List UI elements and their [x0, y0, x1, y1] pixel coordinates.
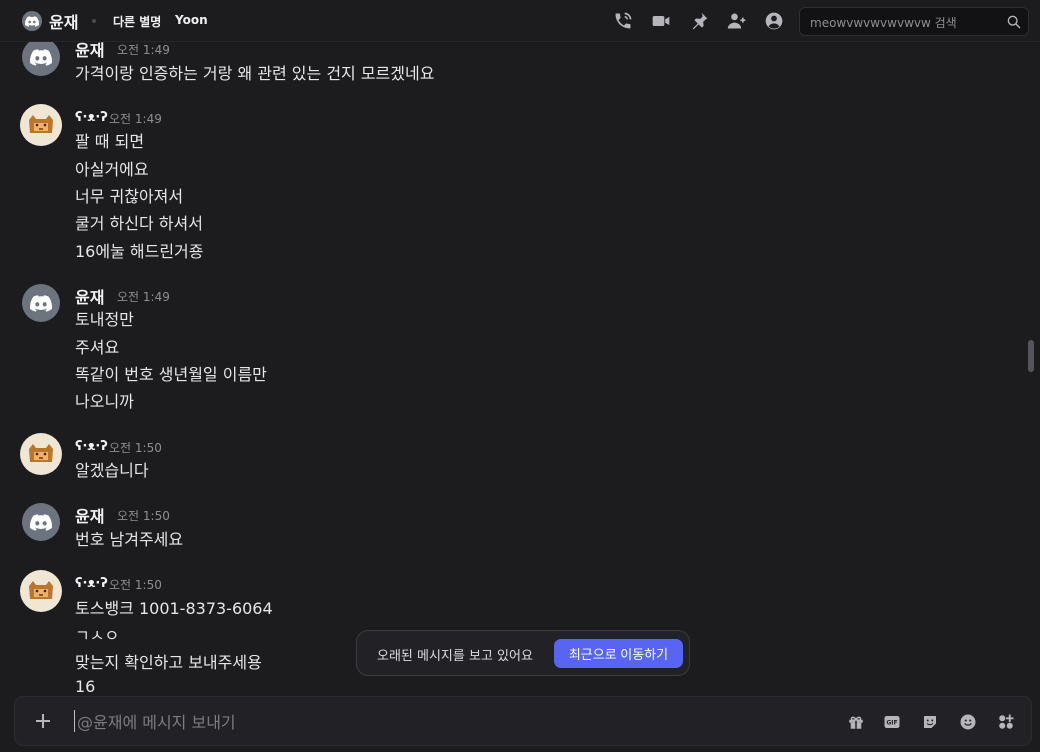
message-author[interactable]: ʕ·ᴥ·ʔ [75, 438, 108, 454]
pin-icon[interactable] [688, 10, 710, 32]
sticker-icon[interactable] [920, 712, 940, 732]
message-composer: GIF [14, 696, 1032, 746]
header-separator [92, 19, 96, 23]
message-text: 팔 때 되면 [75, 132, 145, 151]
scrollbar-thumb[interactable] [1028, 340, 1034, 372]
message-time: 오전 1:49 [117, 290, 170, 304]
old-messages-banner: 오래된 메시지를 보고 있어요 최근으로 이동하기 [356, 630, 690, 676]
message-list[interactable]: 윤재 오전 1:49 가격이랑 인증하는 거랑 왜 관련 있는 건지 모르겠네요… [0, 42, 1026, 692]
emoji-icon[interactable] [958, 712, 978, 732]
search-icon[interactable] [1006, 14, 1022, 30]
avatar-cat[interactable] [20, 570, 62, 612]
message-text: 16 [75, 677, 96, 692]
message-text: 나오니까 [75, 392, 134, 411]
search-placeholder: meowvwvwvwvwvw 검색 [810, 16, 957, 30]
message-time: 오전 1:49 [109, 112, 162, 126]
message-text: ㄱㅅㅇ [75, 626, 120, 645]
cat-avatar-icon [29, 581, 53, 599]
apps-icon[interactable] [996, 712, 1016, 732]
add-attachment-icon[interactable] [33, 711, 53, 731]
message-text: 토스뱅크 1001-8373-6064 [75, 599, 273, 618]
phone-call-icon[interactable] [612, 10, 634, 32]
add-friend-icon[interactable] [726, 10, 748, 32]
avatar-cat[interactable] [20, 433, 62, 475]
cat-avatar-icon [29, 115, 53, 133]
svg-text:GIF: GIF [886, 720, 897, 727]
message-text: 알겠습니다 [75, 461, 149, 480]
message-author[interactable]: ʕ·ᴥ·ʔ [75, 109, 108, 125]
banner-text: 오래된 메시지를 보고 있어요 [377, 649, 533, 664]
message-author[interactable]: ʕ·ᴥ·ʔ [75, 575, 108, 591]
channel-title[interactable]: 윤재 [49, 9, 78, 33]
message-author[interactable]: 윤재 [75, 284, 104, 308]
jump-to-present-button[interactable]: 최근으로 이동하기 [554, 639, 683, 668]
user-profile-icon[interactable] [763, 10, 785, 32]
search-box[interactable]: meowvwvwvwvwvw 검색 [799, 7, 1029, 36]
message-time: 오전 1:50 [117, 509, 170, 523]
gif-icon[interactable]: GIF [882, 712, 902, 732]
message-time: 오전 1:50 [109, 441, 162, 455]
message-text: 주셔요 [75, 338, 120, 357]
dm-window: 윤재 다른 별명 Yoon meowvwvwvwvwvw 검색 윤재 오전 1:… [0, 0, 1040, 752]
message-text: 16에눌 해드린거죵 [75, 242, 204, 261]
message-text: 토내정만 [75, 310, 134, 329]
message-input[interactable] [75, 707, 779, 737]
discord-avatar-icon [22, 11, 42, 31]
avatar-yoonjae[interactable] [22, 503, 60, 541]
avatar-yoonjae[interactable] [22, 284, 60, 322]
message-time: 오전 1:50 [109, 578, 162, 592]
message-text: 너무 귀찮아져서 [75, 187, 184, 206]
channel-header: 윤재 다른 별명 Yoon meowvwvwvwvwvw 검색 [0, 0, 1040, 42]
message-text: 쿨거 하신다 하셔서 [75, 214, 203, 233]
message-author[interactable]: 윤재 [75, 503, 104, 527]
message-text: 맞는지 확인하고 보내주세용 [75, 653, 262, 672]
avatar-yoonjae[interactable] [22, 42, 60, 76]
message-author[interactable]: 윤재 [75, 42, 104, 61]
cat-avatar-icon [29, 444, 53, 462]
video-call-icon[interactable] [650, 10, 672, 32]
message-text: 똑같이 번호 생년월일 이름만 [75, 365, 267, 384]
message-text: 아실거에요 [75, 160, 149, 179]
alias-value: Yoon [175, 13, 208, 27]
message-time: 오전 1:49 [117, 43, 170, 57]
message-text: 가격이랑 인증하는 거랑 왜 관련 있는 건지 모르겠네요 [75, 64, 435, 83]
gift-icon[interactable] [846, 712, 866, 732]
avatar-cat[interactable] [20, 104, 62, 146]
message-text: 번호 남겨주세요 [75, 530, 184, 549]
alias-label: 다른 별명 [113, 15, 162, 29]
